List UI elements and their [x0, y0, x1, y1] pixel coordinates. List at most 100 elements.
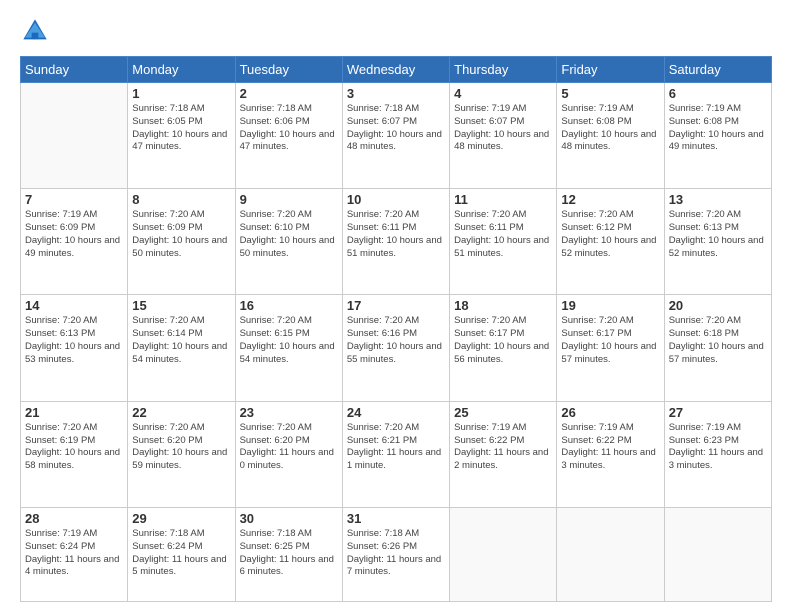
calendar-day-cell: 21Sunrise: 7:20 AM Sunset: 6:19 PM Dayli…	[21, 401, 128, 507]
calendar-day-cell: 12 Sunrise: 7:20 AM Sunset: 6:12 PM Dayli…	[557, 189, 664, 295]
day-number: 1	[132, 86, 230, 101]
day-info: Sunrise: 7:19 AM Sunset: 6:08 PM Dayligh…	[561, 103, 659, 154]
day-info: Sunrise: 7:19 AM Sunset: 6:07 PM Dayligh…	[454, 103, 552, 154]
day-info: Sunrise: 7:19 AM Sunset: 6:08 PM Dayligh…	[669, 103, 767, 154]
calendar-day-cell: 28 Sunrise: 7:19 AM Sunset: 6:24 PM Dayli…	[21, 507, 128, 601]
day-info: Sunrise: 7:18 AM Sunset: 6:24 PM Dayligh…	[132, 528, 230, 579]
day-info: Sunrise: 7:18 AM Sunset: 6:05 PM Dayligh…	[132, 103, 230, 154]
header-thursday: Thursday	[450, 57, 557, 83]
calendar-day-cell: 9 Sunrise: 7:20 AM Sunset: 6:10 PM Daylig…	[235, 189, 342, 295]
day-info: Sunrise: 7:20 AM Sunset: 6:20 PM Dayligh…	[240, 422, 338, 473]
day-info: Sunrise: 7:20 AM Sunset: 6:11 PM Dayligh…	[454, 209, 552, 260]
day-info: Sunrise: 7:20 AM Sunset: 6:20 PM Dayligh…	[132, 422, 230, 473]
calendar-day-cell	[557, 507, 664, 601]
calendar-day-cell	[450, 507, 557, 601]
header-saturday: Saturday	[664, 57, 771, 83]
day-number: 16	[240, 298, 338, 313]
day-number: 31	[347, 511, 445, 526]
calendar-table: Sunday Monday Tuesday Wednesday Thursday…	[20, 56, 772, 602]
calendar-week-row: 7 Sunrise: 7:19 AM Sunset: 6:09 PM Daylig…	[21, 189, 772, 295]
day-number: 9	[240, 192, 338, 207]
calendar-day-cell: 4 Sunrise: 7:19 AM Sunset: 6:07 PM Daylig…	[450, 83, 557, 189]
day-info: Sunrise: 7:20 AM Sunset: 6:10 PM Dayligh…	[240, 209, 338, 260]
calendar-day-cell: 10 Sunrise: 7:20 AM Sunset: 6:11 PM Dayli…	[342, 189, 449, 295]
day-number: 4	[454, 86, 552, 101]
day-number: 3	[347, 86, 445, 101]
calendar-week-row: 14 Sunrise: 7:20 AM Sunset: 6:13 PM Dayli…	[21, 295, 772, 401]
logo	[20, 16, 54, 46]
day-number: 8	[132, 192, 230, 207]
day-number: 17	[347, 298, 445, 313]
day-info: Sunrise: 7:20 AM Sunset: 6:17 PM Dayligh…	[561, 315, 659, 366]
day-number: 12	[561, 192, 659, 207]
day-info: Sunrise: 7:19 AM Sunset: 6:09 PM Dayligh…	[25, 209, 123, 260]
header-monday: Monday	[128, 57, 235, 83]
day-number: 19	[561, 298, 659, 313]
calendar-day-cell: 3Sunrise: 7:18 AM Sunset: 6:07 PM Daylig…	[342, 83, 449, 189]
day-number: 7	[25, 192, 123, 207]
day-info: Sunrise: 7:19 AM Sunset: 6:23 PM Dayligh…	[669, 422, 767, 473]
day-info: Sunrise: 7:20 AM Sunset: 6:19 PM Dayligh…	[25, 422, 123, 473]
day-info: Sunrise: 7:20 AM Sunset: 6:15 PM Dayligh…	[240, 315, 338, 366]
day-number: 26	[561, 405, 659, 420]
day-info: Sunrise: 7:20 AM Sunset: 6:09 PM Dayligh…	[132, 209, 230, 260]
calendar-day-cell: 30 Sunrise: 7:18 AM Sunset: 6:25 PM Dayli…	[235, 507, 342, 601]
calendar-day-cell: 14 Sunrise: 7:20 AM Sunset: 6:13 PM Dayli…	[21, 295, 128, 401]
day-number: 14	[25, 298, 123, 313]
calendar-day-cell: 1 Sunrise: 7:18 AM Sunset: 6:05 PM Daylig…	[128, 83, 235, 189]
day-number: 29	[132, 511, 230, 526]
day-number: 15	[132, 298, 230, 313]
calendar-day-cell: 15 Sunrise: 7:20 AM Sunset: 6:14 PM Dayli…	[128, 295, 235, 401]
day-number: 25	[454, 405, 552, 420]
calendar-day-cell: 17 Sunrise: 7:20 AM Sunset: 6:16 PM Dayli…	[342, 295, 449, 401]
calendar-day-cell: 2 Sunrise: 7:18 AM Sunset: 6:06 PM Daylig…	[235, 83, 342, 189]
day-number: 10	[347, 192, 445, 207]
day-info: Sunrise: 7:18 AM Sunset: 6:06 PM Dayligh…	[240, 103, 338, 154]
calendar-day-cell: 13 Sunrise: 7:20 AM Sunset: 6:13 PM Dayli…	[664, 189, 771, 295]
calendar-day-cell: 24 Sunrise: 7:20 AM Sunset: 6:21 PM Dayli…	[342, 401, 449, 507]
weekday-header-row: Sunday Monday Tuesday Wednesday Thursday…	[21, 57, 772, 83]
day-number: 22	[132, 405, 230, 420]
day-info: Sunrise: 7:20 AM Sunset: 6:18 PM Dayligh…	[669, 315, 767, 366]
day-info: Sunrise: 7:20 AM Sunset: 6:16 PM Dayligh…	[347, 315, 445, 366]
calendar-week-row: 1 Sunrise: 7:18 AM Sunset: 6:05 PM Daylig…	[21, 83, 772, 189]
calendar-day-cell: 29 Sunrise: 7:18 AM Sunset: 6:24 PM Dayli…	[128, 507, 235, 601]
calendar-day-cell: 11Sunrise: 7:20 AM Sunset: 6:11 PM Dayli…	[450, 189, 557, 295]
day-info: Sunrise: 7:20 AM Sunset: 6:13 PM Dayligh…	[25, 315, 123, 366]
day-info: Sunrise: 7:20 AM Sunset: 6:21 PM Dayligh…	[347, 422, 445, 473]
calendar-day-cell	[21, 83, 128, 189]
calendar-week-row: 21Sunrise: 7:20 AM Sunset: 6:19 PM Dayli…	[21, 401, 772, 507]
day-info: Sunrise: 7:20 AM Sunset: 6:14 PM Dayligh…	[132, 315, 230, 366]
calendar-day-cell: 25 Sunrise: 7:19 AM Sunset: 6:22 PM Dayli…	[450, 401, 557, 507]
header-wednesday: Wednesday	[342, 57, 449, 83]
day-number: 23	[240, 405, 338, 420]
day-info: Sunrise: 7:20 AM Sunset: 6:12 PM Dayligh…	[561, 209, 659, 260]
day-info: Sunrise: 7:20 AM Sunset: 6:13 PM Dayligh…	[669, 209, 767, 260]
day-number: 13	[669, 192, 767, 207]
day-info: Sunrise: 7:18 AM Sunset: 6:26 PM Dayligh…	[347, 528, 445, 579]
day-info: Sunrise: 7:19 AM Sunset: 6:24 PM Dayligh…	[25, 528, 123, 579]
header-sunday: Sunday	[21, 57, 128, 83]
calendar-day-cell: 26 Sunrise: 7:19 AM Sunset: 6:22 PM Dayli…	[557, 401, 664, 507]
day-number: 24	[347, 405, 445, 420]
day-number: 5	[561, 86, 659, 101]
page: Sunday Monday Tuesday Wednesday Thursday…	[0, 0, 792, 612]
header-friday: Friday	[557, 57, 664, 83]
calendar-day-cell: 8 Sunrise: 7:20 AM Sunset: 6:09 PM Daylig…	[128, 189, 235, 295]
day-number: 28	[25, 511, 123, 526]
day-info: Sunrise: 7:18 AM Sunset: 6:25 PM Dayligh…	[240, 528, 338, 579]
day-number: 2	[240, 86, 338, 101]
day-number: 18	[454, 298, 552, 313]
day-number: 30	[240, 511, 338, 526]
day-number: 6	[669, 86, 767, 101]
day-info: Sunrise: 7:20 AM Sunset: 6:17 PM Dayligh…	[454, 315, 552, 366]
calendar-day-cell: 5 Sunrise: 7:19 AM Sunset: 6:08 PM Daylig…	[557, 83, 664, 189]
logo-icon	[20, 16, 50, 46]
day-number: 27	[669, 405, 767, 420]
calendar-day-cell: 23 Sunrise: 7:20 AM Sunset: 6:20 PM Dayli…	[235, 401, 342, 507]
calendar-day-cell: 6 Sunrise: 7:19 AM Sunset: 6:08 PM Daylig…	[664, 83, 771, 189]
day-info: Sunrise: 7:20 AM Sunset: 6:11 PM Dayligh…	[347, 209, 445, 260]
day-info: Sunrise: 7:19 AM Sunset: 6:22 PM Dayligh…	[454, 422, 552, 473]
header-tuesday: Tuesday	[235, 57, 342, 83]
day-info: Sunrise: 7:19 AM Sunset: 6:22 PM Dayligh…	[561, 422, 659, 473]
